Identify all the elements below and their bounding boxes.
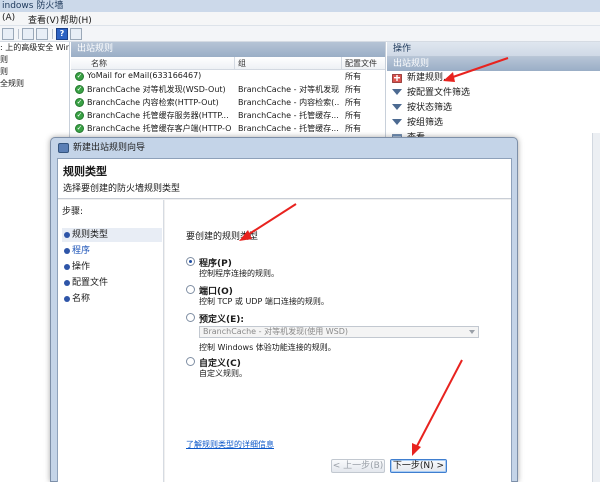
tree-item-outbound[interactable]: 则: [0, 66, 69, 78]
radio-predefined[interactable]: [186, 313, 195, 322]
window-title: indows 防火墙: [0, 0, 600, 12]
enabled-check-icon: ✓: [75, 111, 84, 120]
vertical-scrollbar[interactable]: [592, 133, 600, 482]
step-program[interactable]: 程序: [62, 244, 162, 258]
step-profile[interactable]: 配置文件: [62, 276, 162, 290]
menu-action[interactable]: (A): [2, 13, 15, 23]
toolbar-separator: [52, 29, 53, 39]
rules-pane-title: 出站规则: [71, 42, 385, 57]
menu-bar: (A) 查看(V) 帮助(H): [0, 12, 600, 26]
step-action[interactable]: 操作: [62, 260, 162, 274]
toolbar-separator: [18, 29, 19, 39]
properties-icon[interactable]: [70, 28, 82, 40]
toolbar: ?: [0, 26, 600, 42]
action-filter-state[interactable]: 按状态筛选: [387, 101, 600, 116]
column-profile[interactable]: 配置文件: [345, 58, 377, 69]
table-row[interactable]: ✓ YoMail for eMail(633166467) 所有: [71, 70, 385, 83]
new-rule-icon: [392, 74, 402, 83]
page-title: 规则类型: [63, 165, 107, 178]
steps-panel: 步骤: 规则类型 程序 操作 配置文件 名称: [58, 200, 164, 482]
table-row[interactable]: ✓ BranchCache 内容检索(HTTP-Out) BranchCache…: [71, 96, 385, 109]
step-name[interactable]: 名称: [62, 292, 162, 306]
filter-icon: [392, 119, 402, 125]
column-name[interactable]: 名称: [91, 58, 107, 69]
menu-view[interactable]: 查看(V): [28, 13, 59, 26]
learn-more-link[interactable]: 了解规则类型的详细信息: [186, 439, 274, 450]
next-button[interactable]: 下一步(N) >: [390, 459, 447, 473]
rules-list-header: 名称 组 配置文件: [71, 57, 385, 70]
step-bullet-icon: [64, 264, 70, 270]
dialog-title: 新建出站规则向导: [73, 143, 146, 153]
chevron-down-icon: [469, 330, 475, 334]
enabled-check-icon: ✓: [75, 124, 84, 133]
table-row[interactable]: ✓ BranchCache 托管缓存客户端(HTTP-O... BranchCa…: [71, 122, 385, 135]
filter-icon: [392, 89, 402, 95]
enabled-check-icon: ✓: [75, 85, 84, 94]
back-icon[interactable]: [2, 28, 14, 40]
radio-program[interactable]: [186, 257, 195, 266]
dialog-header: 规则类型 选择要创建的防火墙规则类型: [58, 159, 511, 199]
action-filter-group[interactable]: 按组筛选: [387, 116, 600, 131]
rule-type-prompt: 要创建的规则类型: [186, 232, 259, 242]
page-subtitle: 选择要创建的防火墙规则类型: [63, 184, 181, 194]
back-button[interactable]: < 上一步(B): [331, 459, 385, 473]
tree-item-security[interactable]: 全规则: [0, 78, 69, 90]
help-icon[interactable]: ?: [56, 28, 68, 40]
step-bullet-icon: [64, 280, 70, 286]
action-new-rule[interactable]: 新建规则...: [387, 71, 600, 86]
step-rule-type[interactable]: 规则类型: [62, 228, 162, 242]
enabled-check-icon: ✓: [75, 72, 84, 81]
tree-item-root[interactable]: : 上的高级安全 Wind: [0, 42, 69, 54]
show-tree-icon[interactable]: [22, 28, 34, 40]
tree-item-inbound[interactable]: 则: [0, 54, 69, 66]
menu-help[interactable]: 帮助(H): [60, 13, 92, 26]
filter-icon: [392, 104, 402, 110]
dialog-body: 规则类型 选择要创建的防火墙规则类型 步骤: 规则类型 程序 操作 配置文件 名…: [57, 158, 512, 482]
step-bullet-icon: [64, 232, 70, 238]
radio-port[interactable]: [186, 285, 195, 294]
table-row[interactable]: ✓ BranchCache 托管缓存服务器(HTTP... BranchCach…: [71, 109, 385, 122]
enabled-check-icon: ✓: [75, 98, 84, 107]
steps-label: 步骤:: [62, 207, 84, 217]
rule-type-content: 要创建的规则类型 程序(P) 控制程序连接的规则。 端口(O) 控制 TCP 或…: [165, 200, 511, 482]
actions-title: 操作: [387, 42, 600, 57]
step-bullet-icon: [64, 248, 70, 254]
action-filter-profile[interactable]: 按配置文件筛选: [387, 86, 600, 101]
radio-custom[interactable]: [186, 357, 195, 366]
step-bullet-icon: [64, 296, 70, 302]
actions-section-outbound[interactable]: 出站规则: [387, 57, 600, 71]
new-outbound-rule-wizard: 新建出站规则向导 规则类型 选择要创建的防火墙规则类型 步骤: 规则类型 程序 …: [50, 137, 518, 482]
export-icon[interactable]: [36, 28, 48, 40]
table-row[interactable]: ✓ BranchCache 对等机发现(WSD-Out) BranchCache…: [71, 83, 385, 96]
column-group[interactable]: 组: [238, 58, 246, 69]
predefined-select[interactable]: BranchCache - 对等机发现(使用 WSD): [199, 326, 479, 338]
